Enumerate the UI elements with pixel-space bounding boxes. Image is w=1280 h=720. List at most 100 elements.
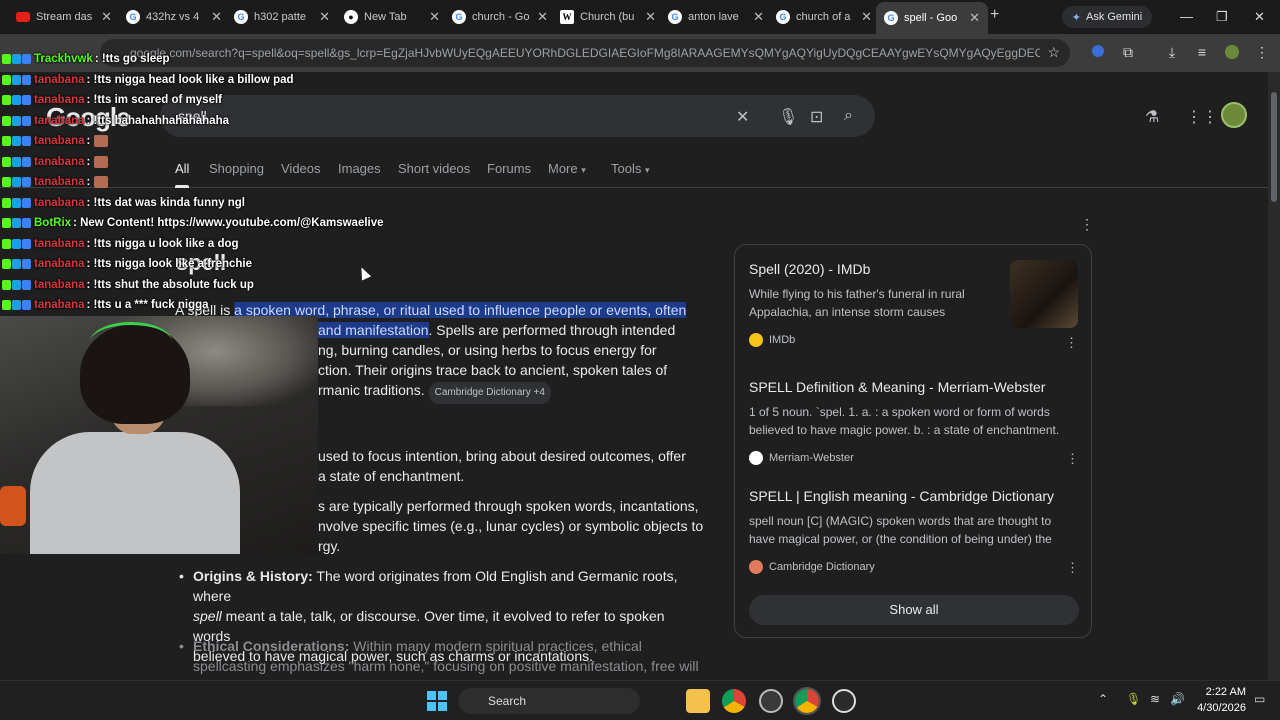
- avatar[interactable]: [1221, 102, 1247, 128]
- close-icon[interactable]: ✕: [861, 9, 872, 25]
- chat-text: : !tts shut the absolute fuck up: [86, 278, 254, 291]
- new-tab-button[interactable]: +: [990, 6, 999, 24]
- google-icon: G: [668, 10, 682, 24]
- chat-text: : !tts u a *** fuck nigga: [86, 299, 209, 311]
- tab-5[interactable]: W Church (bu ✕: [552, 4, 664, 30]
- badge-icon: [12, 300, 21, 310]
- obs-icon[interactable]: [759, 689, 783, 713]
- extension-icon[interactable]: [1090, 44, 1106, 60]
- chevron-down-icon: ▾: [644, 165, 650, 175]
- windows-start-icon[interactable]: [427, 691, 447, 711]
- chat-text: : !tts nigga look like a frenchie: [86, 258, 253, 270]
- clock-date[interactable]: 4/30/2026: [1182, 702, 1246, 714]
- tray-chevron-icon[interactable]: ⌃: [1098, 692, 1108, 706]
- lens-icon[interactable]: ⊡: [810, 107, 823, 127]
- badge-icon: [22, 197, 31, 208]
- bookmark-star-icon[interactable]: ☆: [1047, 44, 1060, 61]
- chat-username: tanabana: [34, 135, 85, 147]
- bullet-emphasis: spell: [193, 608, 222, 624]
- more-options-icon[interactable]: ⋮: [1066, 560, 1079, 576]
- badge-icon: [22, 238, 31, 249]
- download-icon[interactable]: ⤓: [1164, 44, 1180, 60]
- chat-text: :: [86, 135, 91, 147]
- ai-paragraph-line-3: ng, burning candles, or using herbs to f…: [318, 342, 657, 358]
- file-explorer-icon[interactable]: [686, 689, 710, 713]
- menu-icon[interactable]: ⋮: [1254, 44, 1270, 60]
- chat-message: Trackhvwk: !tts go sleep: [2, 50, 170, 68]
- card-title[interactable]: Spell (2020) - IMDb: [749, 261, 999, 277]
- chat-message: tanabana:: [2, 173, 109, 191]
- badge-icon: [2, 238, 11, 249]
- taskbar-search[interactable]: Search: [458, 688, 640, 714]
- more-options-icon[interactable]: ⋮: [1066, 451, 1079, 467]
- close-window-icon[interactable]: ✕: [1254, 9, 1265, 25]
- tab-tools[interactable]: Tools ▾: [611, 161, 650, 176]
- restore-icon[interactable]: ❐: [1216, 9, 1228, 25]
- labs-icon[interactable]: ⚗: [1145, 107, 1159, 127]
- tab-2[interactable]: Gh302 patte ✕: [226, 4, 338, 30]
- badge-icon: [12, 197, 21, 208]
- close-icon[interactable]: ✕: [429, 9, 440, 25]
- close-icon[interactable]: ✕: [537, 9, 548, 25]
- source-card-merriam-webster[interactable]: SPELL Definition & Meaning - Merriam-Web…: [749, 379, 1079, 467]
- chrome-icon[interactable]: [722, 689, 746, 713]
- badge-icon: [2, 54, 11, 64]
- chat-badges: [2, 238, 31, 249]
- chat-username: BotRix: [34, 217, 72, 229]
- ask-gemini-button[interactable]: ✦ Ask Gemini: [1062, 6, 1152, 28]
- tab-7[interactable]: Gchurch of a ✕: [768, 4, 880, 30]
- chat-username: tanabana: [34, 73, 85, 86]
- wifi-icon[interactable]: ≋: [1150, 692, 1160, 706]
- tab-4[interactable]: Gchurch - Go ✕: [444, 4, 556, 30]
- emote-icon: [94, 155, 109, 168]
- source-card-imdb[interactable]: Spell (2020) - IMDb While flying to his …: [749, 261, 999, 347]
- close-icon[interactable]: ✕: [645, 9, 656, 25]
- scrollbar-thumb[interactable]: [1271, 92, 1277, 202]
- partial-line-5: rgy.: [318, 538, 341, 554]
- google-icon: G: [452, 10, 466, 24]
- show-all-button[interactable]: Show all: [749, 595, 1079, 625]
- close-icon[interactable]: ✕: [753, 9, 764, 25]
- clock-time[interactable]: 2:22 AM: [1192, 686, 1246, 698]
- scrollbar[interactable]: [1268, 72, 1280, 680]
- tab-more[interactable]: More ▾: [548, 161, 586, 176]
- minimize-icon[interactable]: —: [1180, 9, 1193, 24]
- apps-grid-icon[interactable]: ⋮⋮: [1186, 107, 1218, 127]
- tab-6[interactable]: Ganton lave ✕: [660, 4, 772, 30]
- microphone-icon[interactable]: 🎙: [1126, 692, 1141, 706]
- close-icon[interactable]: ✕: [319, 9, 330, 25]
- microphone-icon[interactable]: 🎙: [778, 107, 798, 127]
- tab-0[interactable]: Stream das ✕: [8, 4, 120, 30]
- more-options-icon[interactable]: ⋮: [1080, 216, 1094, 233]
- source-card-cambridge[interactable]: SPELL | English meaning - Cambridge Dict…: [749, 488, 1079, 576]
- media-icon[interactable]: ≡: [1194, 44, 1210, 60]
- chat-message: BotRix: New Content! https://www.youtube…: [2, 214, 384, 232]
- close-icon[interactable]: ✕: [211, 9, 222, 25]
- emote-icon: [94, 135, 109, 147]
- tab-forums[interactable]: Forums: [487, 161, 531, 176]
- para5-text: rmanic traditions.: [318, 382, 425, 398]
- tab-8-active[interactable]: Gspell - Goo ✕: [876, 2, 988, 34]
- source-chip[interactable]: Cambridge Dictionary +4: [428, 382, 551, 404]
- tab-title: Church (bu: [580, 11, 635, 23]
- badge-icon: [12, 279, 21, 290]
- badge-icon: [2, 115, 11, 126]
- imdb-thumbnail[interactable]: [1010, 260, 1078, 328]
- clear-icon[interactable]: ✕: [736, 107, 749, 127]
- chat-message: tanabana: !tts nigga head look like a bi…: [2, 71, 294, 89]
- close-icon[interactable]: ✕: [969, 10, 980, 26]
- profile-icon[interactable]: [1224, 44, 1240, 60]
- media-player-icon[interactable]: [832, 689, 856, 713]
- list-item: Origins & History: The word originates f…: [175, 566, 705, 606]
- card-title[interactable]: SPELL | English meaning - Cambridge Dict…: [749, 488, 1079, 504]
- notification-icon[interactable]: ▭: [1254, 692, 1265, 706]
- close-icon[interactable]: ✕: [101, 9, 112, 25]
- tab-3[interactable]: ● New Tab ✕: [336, 4, 448, 30]
- search-icon[interactable]: ⌕: [844, 107, 853, 125]
- card-title[interactable]: SPELL Definition & Meaning - Merriam-Web…: [749, 379, 1079, 395]
- chrome-active-icon[interactable]: [793, 687, 821, 715]
- badge-icon: [22, 136, 31, 146]
- chat-badges: [2, 300, 31, 310]
- puzzle-icon[interactable]: ⧉: [1120, 44, 1136, 60]
- tab-1[interactable]: G 432hz vs 4 ✕: [118, 4, 230, 30]
